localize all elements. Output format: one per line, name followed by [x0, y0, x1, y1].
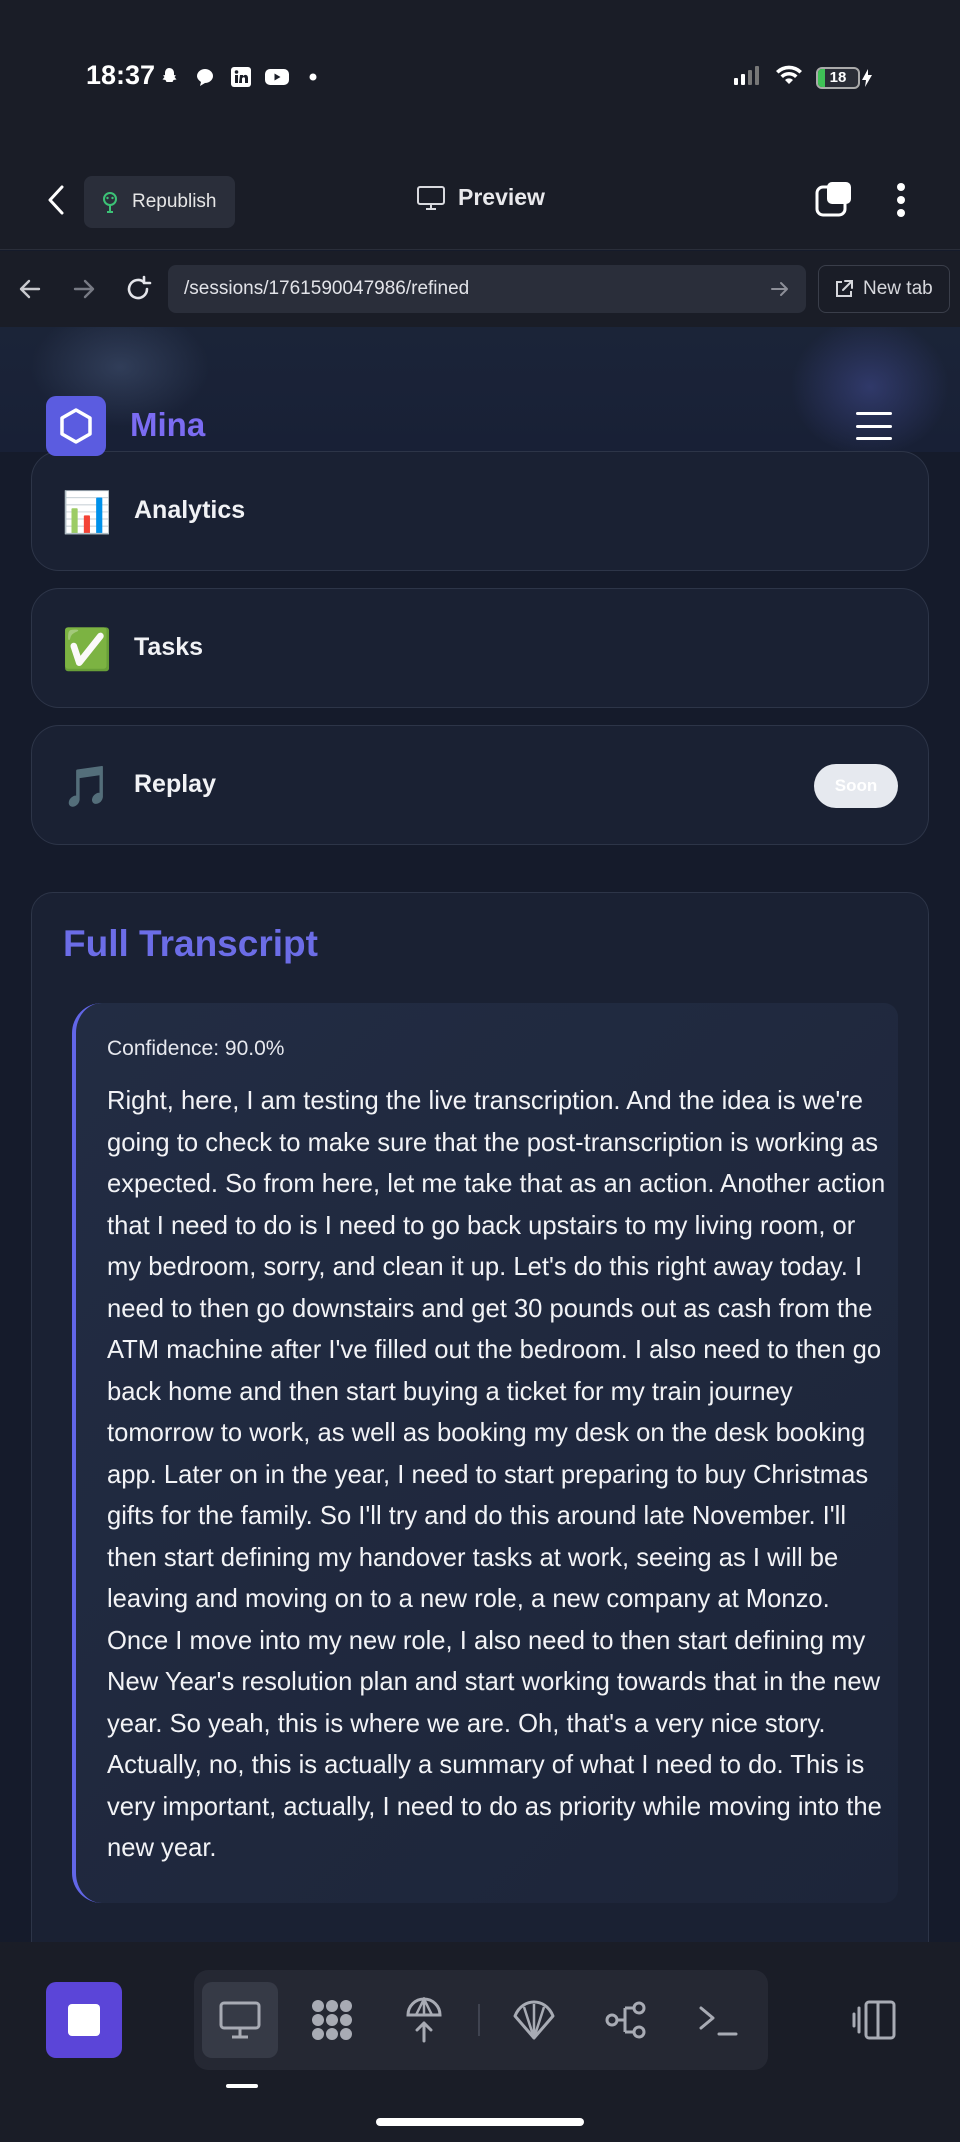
- new-tab-label: New tab: [863, 278, 933, 299]
- monitor-icon: [417, 185, 445, 210]
- transcript-title: Full Transcript: [63, 923, 318, 964]
- terminal-icon: [699, 2006, 738, 2036]
- reload-button[interactable]: [120, 271, 156, 307]
- linkedin-icon: [228, 64, 254, 90]
- republish-icon: [103, 192, 117, 213]
- reload-icon: [127, 275, 152, 300]
- url-text: /sessions/1761590047986/refined: [184, 278, 470, 299]
- side-panel-icon: [852, 2000, 896, 2040]
- more-options-button[interactable]: [886, 180, 916, 220]
- transcript-block: Confidence: 90.0% Right, here, I am test…: [72, 1003, 898, 1903]
- signal-icon: [732, 64, 762, 91]
- battery-icon: 18: [816, 66, 874, 89]
- menu-item-label: Replay: [134, 770, 216, 798]
- back-button[interactable]: [36, 180, 76, 220]
- confidence-label: Confidence: 90.0%: [107, 1037, 285, 1060]
- workflow-tool-button[interactable]: [588, 1982, 664, 2058]
- snapchat-icon: [156, 64, 182, 90]
- tabs-icon: [815, 182, 851, 217]
- terminal-tool-button[interactable]: [680, 1982, 756, 2058]
- youtube-icon: [264, 64, 290, 90]
- side-panel-button[interactable]: [852, 2000, 896, 2040]
- deploy-tool-button[interactable]: [386, 1982, 462, 2058]
- apps-grid-icon: [312, 2000, 352, 2040]
- battery-level: 18: [829, 68, 847, 86]
- preview-label: Preview: [458, 184, 545, 210]
- chat-bubble-icon: [192, 64, 218, 90]
- url-field[interactable]: /sessions/1761590047986/refined: [168, 265, 806, 313]
- menu-item-tasks[interactable]: ✅ Tasks: [31, 588, 929, 708]
- dot-icon: [300, 64, 326, 90]
- menu-item-label: Analytics: [134, 496, 246, 524]
- brand-name: Mina: [130, 406, 206, 443]
- active-tool-indicator: [226, 2084, 258, 2088]
- stop-button[interactable]: [46, 1982, 122, 2058]
- wifi-icon: [774, 64, 804, 91]
- menu-item-analytics[interactable]: 📊 Analytics: [31, 451, 929, 571]
- web-page: 📊 Analytics ✅ Tasks 🎵 Replay Soon Mina F…: [0, 327, 960, 1942]
- preview-title: Preview: [416, 184, 545, 211]
- stop-icon: [68, 2004, 100, 2036]
- chevron-left-icon: [48, 185, 64, 215]
- logo[interactable]: [46, 396, 106, 456]
- notification-icons: [156, 64, 326, 90]
- toolbar-divider: [478, 2004, 480, 2036]
- arrow-right-icon: [73, 279, 95, 299]
- go-arrow-icon[interactable]: [768, 277, 792, 301]
- bottom-toolbar: [0, 1942, 960, 2142]
- hexagon-logo-icon: [60, 408, 92, 444]
- url-bar: /sessions/1761590047986/refined New tab: [0, 251, 960, 327]
- status-time: 18:37: [86, 60, 156, 90]
- soon-badge: Soon: [814, 764, 898, 808]
- hamburger-menu-button[interactable]: [856, 412, 892, 440]
- browser-back-button[interactable]: [12, 271, 48, 307]
- charging-bolt-icon: [862, 68, 872, 87]
- tabs-button[interactable]: [814, 180, 854, 220]
- shell-icon: [513, 2000, 555, 2040]
- arrow-left-icon: [19, 279, 41, 299]
- apps-tool-button[interactable]: [294, 1982, 370, 2058]
- new-tab-button[interactable]: New tab: [818, 265, 950, 313]
- deploy-icon: [406, 1997, 442, 2043]
- republish-label: Republish: [132, 191, 217, 212]
- menu-item-label: Tasks: [134, 633, 204, 661]
- republish-button[interactable]: Republish: [84, 176, 235, 228]
- browser-forward-button[interactable]: [66, 271, 102, 307]
- app-bar: Republish Preview: [0, 150, 960, 250]
- check-mark-icon: ✅: [62, 628, 112, 672]
- monitor-icon: [219, 2001, 261, 2039]
- battery-body: 18: [816, 66, 860, 89]
- transcript-text: Right, here, I am testing the live trans…: [107, 1087, 886, 1862]
- bar-chart-icon: 📊: [62, 491, 112, 535]
- monitor-tool-button[interactable]: [202, 1982, 278, 2058]
- system-status: 18: [732, 64, 874, 91]
- tool-group: [194, 1970, 768, 2070]
- status-bar: 18:37 18: [0, 0, 960, 150]
- site-header: Mina: [0, 396, 960, 456]
- home-indicator[interactable]: [376, 2118, 584, 2126]
- external-link-icon: [836, 280, 853, 297]
- workflow-icon: [605, 2001, 646, 2039]
- shell-tool-button[interactable]: [496, 1982, 572, 2058]
- music-note-icon: 🎵: [62, 765, 112, 809]
- transcript-card: Full Transcript Confidence: 90.0% Right,…: [31, 892, 929, 1942]
- menu-item-replay[interactable]: 🎵 Replay Soon: [31, 725, 929, 845]
